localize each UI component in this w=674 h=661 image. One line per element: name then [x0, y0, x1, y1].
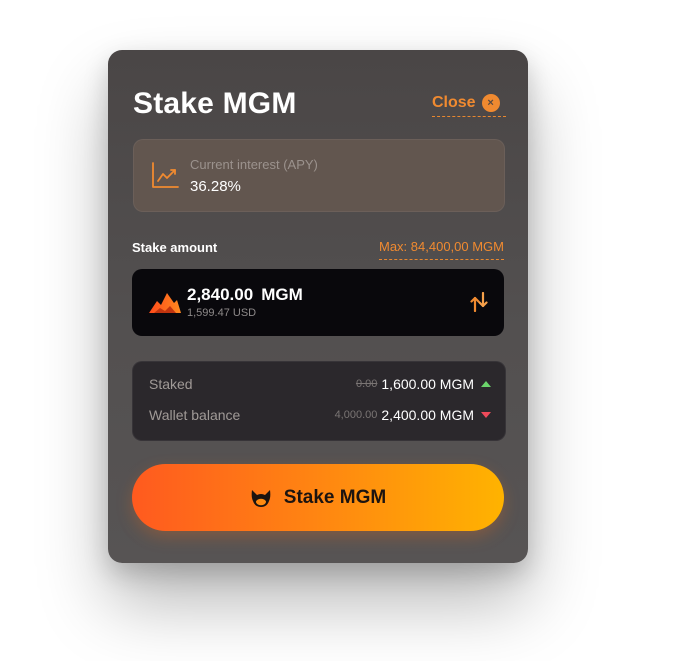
swap-icon[interactable] — [470, 292, 488, 312]
new-value: 1,600.00 MGM — [381, 376, 474, 392]
apy-card: Current interest (APY) 36.28% — [133, 139, 505, 212]
apy-value: 36.28% — [190, 178, 241, 195]
amount-value: 2,840.00 MGM — [187, 285, 303, 305]
stake-modal: Stake MGM Close × Current interest (APY)… — [108, 50, 528, 563]
amount-number: 2,840.00 — [187, 285, 254, 304]
stake-amount-input[interactable]: 2,840.00 MGM 1,599.47 USD — [132, 269, 504, 336]
mgm-token-icon — [149, 293, 181, 313]
trend-up-icon — [481, 381, 491, 387]
max-amount-link[interactable]: Max: 84,400,00 MGM — [379, 239, 504, 260]
old-value: 4,000.00 — [334, 409, 378, 421]
close-icon: × — [481, 94, 500, 112]
stake-button-label: Stake MGM — [283, 486, 387, 508]
amount-unit: MGM — [261, 285, 303, 304]
summary-values: 0.00 1,600.00 MGM — [356, 376, 491, 392]
stake-summary: Staked 0.00 1,600.00 MGM Wallet balance … — [132, 361, 506, 441]
summary-label: Wallet balance — [149, 407, 241, 423]
chart-trend-icon — [152, 162, 179, 188]
apy-label: Current interest (APY) — [190, 157, 318, 172]
modal-title: Stake MGM — [133, 87, 297, 120]
stake-amount-label: Stake amount — [132, 240, 218, 255]
summary-row-wallet-balance: Wallet balance 4,000.00 2,400.00 MGM — [149, 405, 491, 425]
new-value: 2,400.00 MGM — [381, 407, 474, 423]
stake-button[interactable]: Stake MGM — [132, 464, 504, 531]
summary-row-staked: Staked 0.00 1,600.00 MGM — [149, 374, 491, 394]
mgm-logo-icon — [251, 489, 271, 507]
close-label: Close — [432, 94, 476, 111]
trend-down-icon — [481, 412, 491, 418]
old-value: 0.00 — [355, 378, 378, 390]
amount-usd: 1,599.47 USD — [187, 307, 257, 319]
summary-label: Staked — [149, 376, 193, 392]
summary-values: 4,000.00 2,400.00 MGM — [335, 407, 491, 423]
close-button[interactable]: Close × — [432, 90, 506, 117]
